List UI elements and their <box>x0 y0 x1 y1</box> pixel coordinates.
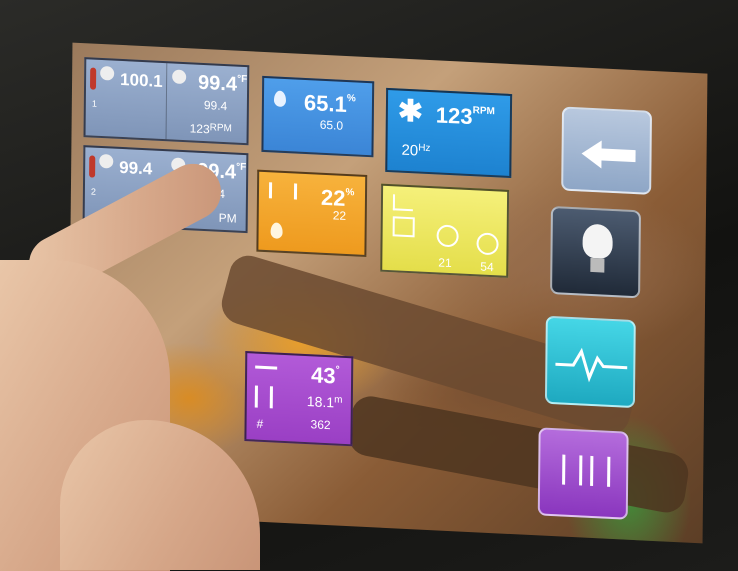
fan-frequency: 20Hz <box>401 141 431 160</box>
temperature-value: 99.4°F <box>198 71 248 96</box>
light-button[interactable] <box>550 205 641 299</box>
back-arrow-icon <box>599 148 636 163</box>
purple-tile[interactable]: # 43° 18.1m 362 <box>244 351 354 447</box>
orange-tile[interactable]: 22% 22 <box>256 169 368 257</box>
probe-icon <box>172 69 187 85</box>
light-bulb-icon <box>590 257 605 273</box>
yellow-tile[interactable]: 21 54 <box>380 183 510 278</box>
probe-reading: 99.4 <box>119 157 153 179</box>
temperature-tile-1[interactable]: 100.1 1 99.4°F 99.4 123RPM <box>83 57 250 146</box>
tile-index: 1 <box>91 98 97 109</box>
egg-tray-icon <box>562 454 583 486</box>
fan-speed: 123RPM <box>435 102 495 130</box>
egg-tray-button[interactable] <box>537 427 629 520</box>
angle-value: 43° <box>310 362 340 389</box>
tile-divider <box>165 63 168 140</box>
water-drop-icon <box>270 222 283 239</box>
humidity-sub: 65.0 <box>319 117 344 133</box>
heater-icon <box>268 182 298 200</box>
distance-value: 18.1m <box>306 393 343 411</box>
clock-icon <box>436 224 459 248</box>
water-drop-icon <box>273 90 287 108</box>
orange-value: 22% <box>320 184 355 211</box>
orange-sub: 22 <box>332 208 347 223</box>
count-label: # <box>256 416 264 431</box>
thermometer-icon <box>89 155 96 178</box>
heartbeat-icon <box>555 347 628 383</box>
egg-tray-icon <box>590 455 611 487</box>
back-button[interactable] <box>561 106 653 195</box>
probe-icon <box>100 65 115 81</box>
count-value: 362 <box>310 417 331 433</box>
temperature-sub: 99.4 <box>203 98 228 114</box>
branch-decor <box>345 393 691 516</box>
humidity-value: 65.1% <box>303 89 356 117</box>
probe-line-icon <box>255 365 278 370</box>
fan-icon: ✱ <box>397 94 424 129</box>
thermometer-icon <box>89 67 97 90</box>
probe-icon <box>99 153 114 169</box>
tile-index: 2 <box>90 186 96 197</box>
clock-icon <box>476 232 499 256</box>
probe-reading: 100.1 <box>120 69 163 91</box>
light-bulb-icon <box>582 223 613 259</box>
egg-tray-icon <box>254 385 273 409</box>
calendar-icon <box>392 216 415 238</box>
humidity-tile[interactable]: 65.1% 65.0 <box>261 75 375 158</box>
rpm-reading: 123RPM <box>189 121 232 137</box>
fan-tile[interactable]: ✱ 123RPM 20Hz <box>385 87 513 179</box>
rpm-reading: PM <box>218 210 237 226</box>
monitor-button[interactable] <box>544 315 636 409</box>
gauge-value-1: 21 <box>438 255 452 271</box>
chart-icon <box>392 194 414 212</box>
gauge-value-2: 54 <box>480 259 494 275</box>
